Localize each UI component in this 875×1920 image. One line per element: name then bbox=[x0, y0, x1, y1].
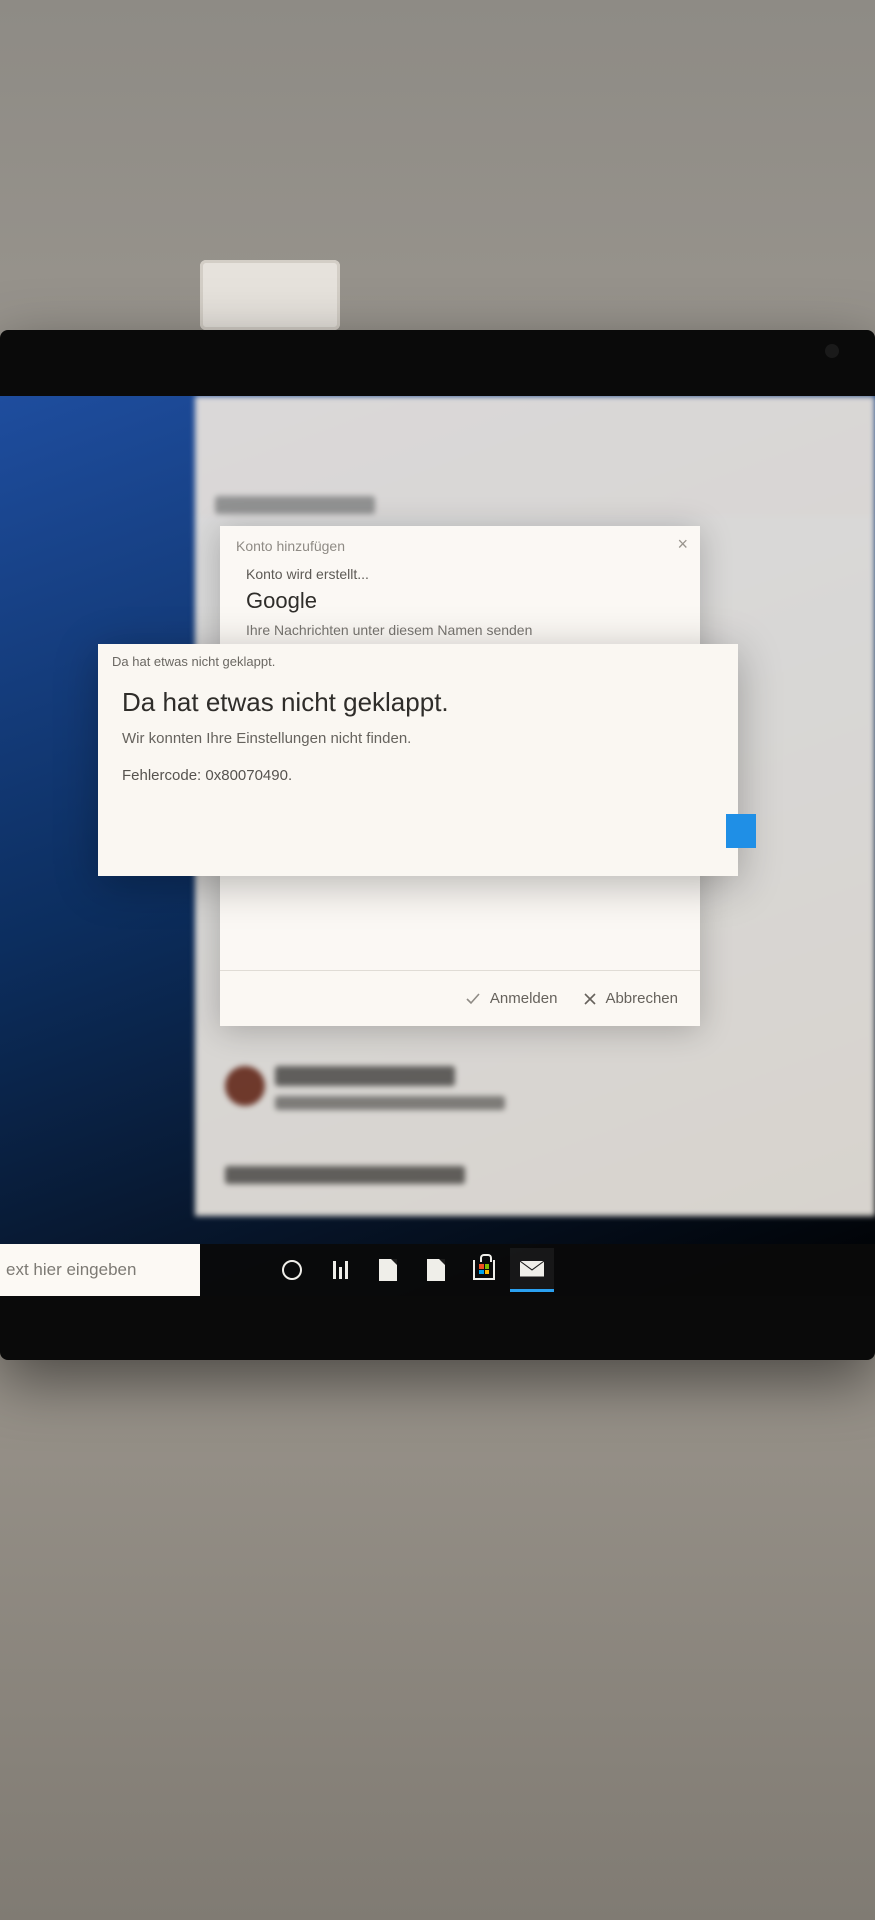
cancel-label: Abbrechen bbox=[605, 990, 678, 1007]
mail-app-button[interactable] bbox=[510, 1248, 554, 1292]
error-titlebar: Da hat etwas nicht geklappt. bbox=[98, 644, 738, 675]
error-message: Wir konnten Ihre Einstellungen nicht fin… bbox=[122, 730, 714, 747]
creating-account-label: Konto wird erstellt... bbox=[246, 566, 674, 582]
search-input[interactable]: ext hier eingeben bbox=[0, 1244, 200, 1296]
account-provider: Google bbox=[246, 588, 674, 614]
close-icon[interactable]: × bbox=[677, 534, 688, 555]
laptop-bezel: Konto hinzufügen × Konto wird erstellt..… bbox=[0, 330, 875, 1360]
error-primary-button[interactable] bbox=[726, 814, 756, 848]
store-icon bbox=[473, 1260, 495, 1280]
webcam bbox=[825, 344, 839, 358]
taskbar-document-button-1[interactable] bbox=[366, 1248, 410, 1292]
sign-in-label: Anmelden bbox=[490, 990, 558, 1007]
add-account-footer: Anmelden Abbrechen bbox=[220, 970, 700, 1026]
error-dialog: Da hat etwas nicht geklappt. Da hat etwa… bbox=[98, 644, 738, 876]
error-code: Fehlercode: 0x80070490. bbox=[122, 767, 714, 784]
cortana-button[interactable] bbox=[270, 1248, 314, 1292]
taskbar: ext hier eingeben bbox=[0, 1244, 875, 1296]
search-visible-text: ext hier eingeben bbox=[6, 1260, 136, 1280]
send-as-hint: Ihre Nachrichten unter diesem Namen send… bbox=[246, 622, 674, 638]
document-icon bbox=[427, 1259, 445, 1281]
sign-in-button[interactable]: Anmelden bbox=[464, 990, 558, 1008]
checkmark-icon bbox=[464, 990, 482, 1008]
wall-outlet bbox=[200, 260, 340, 330]
cortana-icon bbox=[282, 1260, 302, 1280]
x-icon bbox=[583, 992, 597, 1006]
document-icon bbox=[379, 1259, 397, 1281]
task-view-icon bbox=[333, 1261, 348, 1279]
cancel-button[interactable]: Abbrechen bbox=[583, 990, 678, 1007]
taskbar-document-button-2[interactable] bbox=[414, 1248, 458, 1292]
laptop-screen: Konto hinzufügen × Konto wird erstellt..… bbox=[0, 396, 875, 1296]
task-view-button[interactable] bbox=[318, 1248, 362, 1292]
error-heading: Da hat etwas nicht geklappt. bbox=[122, 687, 714, 718]
add-account-title: Konto hinzufügen bbox=[220, 526, 700, 562]
microsoft-store-button[interactable] bbox=[462, 1248, 506, 1292]
mail-icon bbox=[520, 1261, 544, 1277]
